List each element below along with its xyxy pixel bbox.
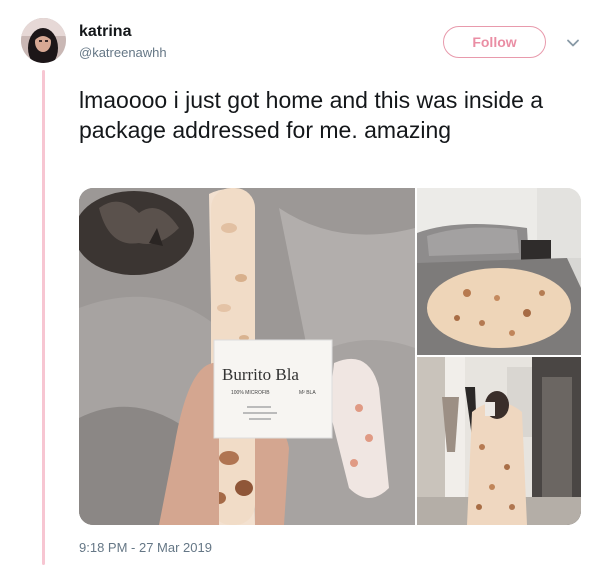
follow-button[interactable]: Follow: [443, 26, 546, 58]
chevron-down-icon[interactable]: [566, 36, 580, 50]
user-handle[interactable]: @katreenawhh: [79, 45, 167, 60]
tweet-timestamp[interactable]: 9:18 PM - 27 Mar 2019: [79, 540, 212, 555]
label-size-text: M² BLA: [299, 390, 316, 396]
tweet-text: lmaoooo i just got home and this was ins…: [79, 87, 544, 143]
photo-person-in-blanket[interactable]: [417, 357, 581, 525]
photo-blanket-on-bed[interactable]: [417, 188, 581, 355]
avatar[interactable]: [21, 18, 66, 63]
media-grid: Burrito Bla 100% MICROFIB M² BLA: [79, 188, 581, 525]
photo-tortilla-roll[interactable]: Burrito Bla 100% MICROFIB M² BLA: [79, 188, 415, 525]
label-brand-text: Burrito Bla: [222, 365, 299, 384]
thread-line: [42, 70, 45, 565]
label-material-text: 100% MICROFIB: [231, 390, 270, 396]
display-name[interactable]: katrina: [79, 23, 131, 41]
